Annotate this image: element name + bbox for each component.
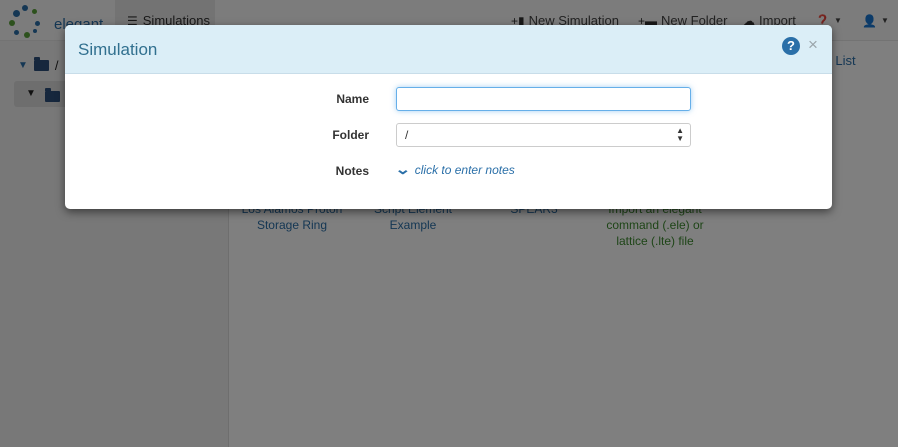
chevron-down-icon: ⌄ <box>394 161 412 177</box>
folder-label: Folder <box>332 128 369 142</box>
notes-label: Notes <box>335 164 369 178</box>
folder-select[interactable]: / ▲ ▼ <box>396 123 691 147</box>
simulation-dialog: Simulation ? × Name Folder / ▲ ▼ Notes ⌄ … <box>65 25 832 209</box>
dialog-title: Simulation <box>78 40 158 59</box>
dialog-header: Simulation ? × <box>65 25 832 74</box>
close-icon[interactable]: × <box>808 36 818 54</box>
name-input[interactable] <box>396 87 691 111</box>
enter-notes-link[interactable]: ⌄ click to enter notes <box>394 161 515 178</box>
enter-notes-label: click to enter notes <box>414 162 515 177</box>
select-arrows-icon: ▲ ▼ <box>676 126 684 143</box>
name-label: Name <box>336 92 369 106</box>
folder-select-value: / <box>405 128 409 142</box>
help-icon[interactable]: ? <box>782 37 800 55</box>
